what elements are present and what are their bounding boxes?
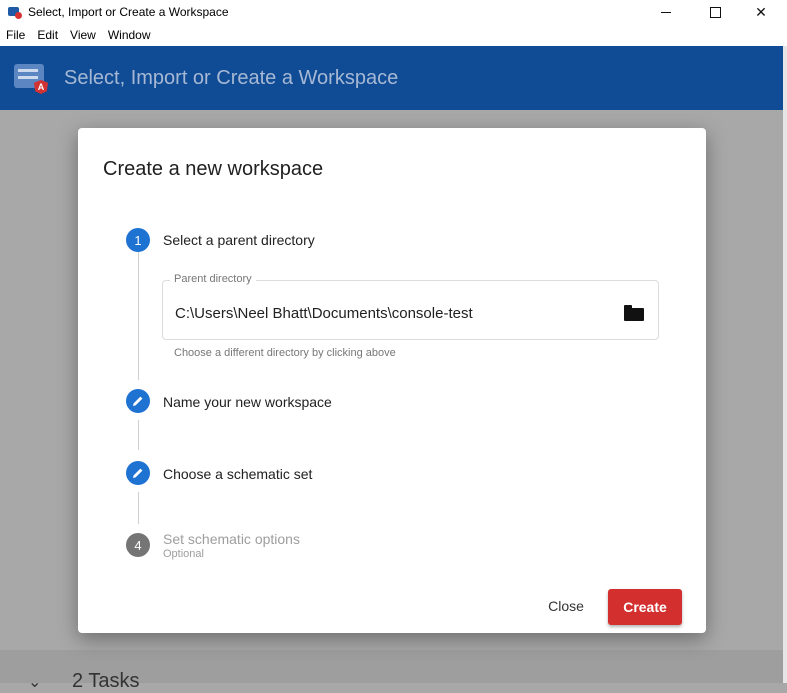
- step-3-edit-icon: [126, 461, 150, 485]
- menu-view[interactable]: View: [70, 28, 96, 42]
- step-4-optional: Optional: [163, 548, 204, 560]
- parent-directory-label: Parent directory: [170, 273, 256, 285]
- window-close-button[interactable]: ✕: [738, 0, 784, 24]
- step-2-edit-icon: [126, 389, 150, 413]
- header-title: Select, Import or Create a Workspace: [64, 66, 399, 89]
- tasks-panel: ⌄ 2 Tasks: [0, 650, 783, 692]
- create-button[interactable]: Create: [608, 589, 682, 625]
- minimize-icon: [661, 11, 671, 13]
- window-titlebar: Select, Import or Create a Workspace ✕: [0, 0, 787, 24]
- stepper-connector: [138, 252, 139, 380]
- step-4-number: 4: [126, 533, 150, 557]
- window-edge: [783, 46, 787, 683]
- parent-directory-hint: Choose a different directory by clicking…: [174, 347, 396, 359]
- parent-directory-field[interactable]: Parent directory: [162, 273, 659, 340]
- menu-window[interactable]: Window: [108, 28, 151, 42]
- stepper-connector: [138, 420, 139, 450]
- close-button[interactable]: Close: [536, 590, 596, 622]
- parent-directory-input[interactable]: [175, 305, 605, 322]
- step-3-label[interactable]: Choose a schematic set: [163, 466, 312, 482]
- folder-icon[interactable]: [624, 305, 644, 321]
- step-2-label[interactable]: Name your new workspace: [163, 394, 332, 410]
- create-workspace-dialog: Create a new workspace 1 Select a parent…: [78, 128, 706, 633]
- minimize-button[interactable]: [643, 0, 689, 24]
- menu-edit[interactable]: Edit: [37, 28, 58, 42]
- menubar: File Edit View Window: [0, 24, 787, 46]
- app-icon: [8, 5, 22, 19]
- angular-console-logo-icon: A: [14, 60, 50, 96]
- stepper-connector: [138, 492, 139, 524]
- close-icon: ✕: [755, 3, 767, 20]
- step-1-number: 1: [126, 228, 150, 252]
- step-1-label[interactable]: Select a parent directory: [163, 232, 315, 248]
- app-header: A Select, Import or Create a Workspace: [0, 46, 783, 110]
- step-4-label[interactable]: Set schematic options: [163, 531, 300, 547]
- maximize-button[interactable]: [692, 0, 738, 24]
- dialog-title: Create a new workspace: [103, 158, 324, 180]
- tasks-label[interactable]: 2 Tasks: [72, 670, 139, 693]
- maximize-icon: [709, 6, 721, 18]
- chevron-down-icon[interactable]: ⌄: [28, 672, 41, 692]
- window-title: Select, Import or Create a Workspace: [28, 5, 229, 19]
- menu-file[interactable]: File: [6, 28, 25, 42]
